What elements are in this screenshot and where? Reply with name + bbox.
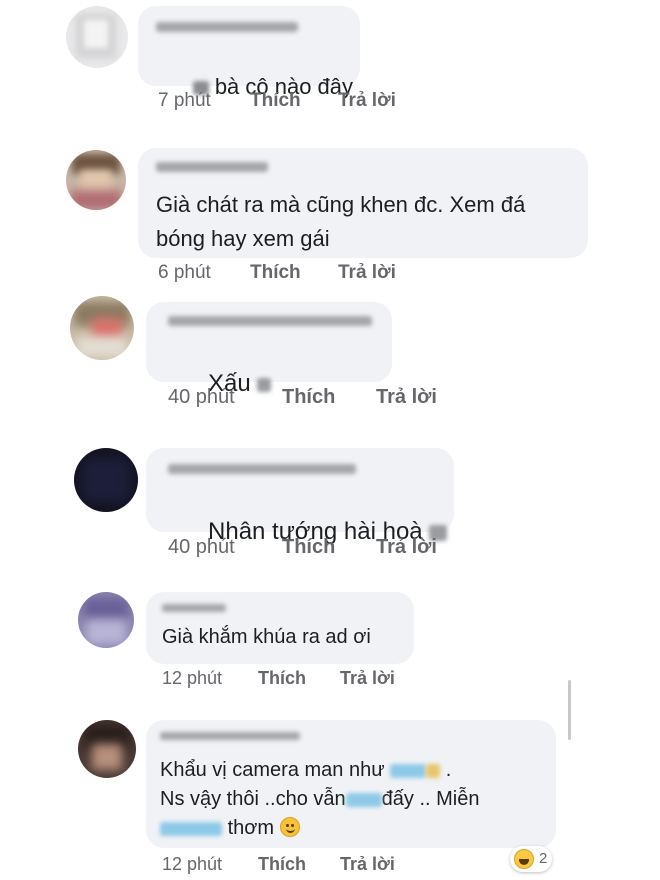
like-button[interactable]: Thích xyxy=(250,262,301,284)
reply-button[interactable]: Trả lời xyxy=(338,262,396,284)
avatar[interactable] xyxy=(78,592,134,648)
reaction-count: 2 xyxy=(539,850,548,867)
comment-bubble: Nhân tướng hài hoà xyxy=(146,448,454,545)
blurred-text xyxy=(345,792,382,807)
like-button[interactable]: Thích xyxy=(258,854,306,875)
avatar[interactable] xyxy=(66,6,128,68)
reply-button[interactable]: Trả lời xyxy=(376,536,437,559)
reply-button[interactable]: Trả lời xyxy=(340,668,395,689)
comment-text: Nhân tướng hài hoà xyxy=(168,490,448,574)
reaction-badge[interactable]: 2 xyxy=(510,846,552,872)
smile-emoji-icon xyxy=(279,817,300,837)
commenter-name[interactable] xyxy=(160,732,300,740)
comment-text: Già khắm khúa ra ad ơi xyxy=(162,626,371,648)
comment-bubble: bà cô nào đây xyxy=(138,6,360,99)
reply-button[interactable]: Trả lời xyxy=(340,854,395,875)
comment-text: Già chát ra mà cũng khen đc. Xem đá bóng… xyxy=(156,192,526,251)
like-button[interactable]: Thích xyxy=(282,536,335,559)
like-button[interactable]: Thích xyxy=(258,668,306,689)
commenter-name[interactable] xyxy=(162,604,226,612)
comment-bubble: Già chát ra mà cũng khen đc. Xem đá bóng… xyxy=(138,148,588,258)
comment-bubble: Già khắm khúa ra ad ơi xyxy=(146,592,414,664)
like-button[interactable]: Thích xyxy=(250,90,301,112)
blurred-text xyxy=(160,821,222,836)
avatar[interactable] xyxy=(66,150,126,210)
blurred-text xyxy=(257,377,272,392)
comment-text: Khẩu vị camera man như . Ns vậy thôi ..c… xyxy=(160,759,480,839)
commenter-name[interactable] xyxy=(168,464,356,474)
timestamp[interactable]: 12 phút xyxy=(162,854,222,875)
commenter-name[interactable] xyxy=(156,22,298,32)
commenter-name[interactable] xyxy=(168,316,372,326)
reply-button[interactable]: Trả lời xyxy=(376,386,437,409)
like-button[interactable]: Thích xyxy=(282,386,335,409)
commenter-name[interactable] xyxy=(156,162,268,172)
haha-reaction-icon xyxy=(514,849,534,869)
comment-text: Xấu xyxy=(168,342,272,426)
reply-button[interactable]: Trả lời xyxy=(338,90,396,112)
scrollbar[interactable] xyxy=(568,680,571,740)
timestamp[interactable]: 12 phút xyxy=(162,668,222,689)
timestamp[interactable]: 40 phút xyxy=(168,386,235,409)
timestamp[interactable]: 6 phút xyxy=(158,262,211,284)
comment-bubble: Xấu xyxy=(146,302,392,397)
blurred-text xyxy=(390,763,427,778)
avatar[interactable] xyxy=(78,720,136,778)
avatar[interactable] xyxy=(70,296,134,360)
blurred-text xyxy=(426,763,441,778)
avatar[interactable] xyxy=(74,448,138,512)
timestamp[interactable]: 40 phút xyxy=(168,536,235,559)
comment-text: bà cô nào đây xyxy=(156,48,353,126)
timestamp[interactable]: 7 phút xyxy=(158,90,211,112)
comment-bubble: Khẩu vị camera man như . Ns vậy thôi ..c… xyxy=(146,720,556,848)
